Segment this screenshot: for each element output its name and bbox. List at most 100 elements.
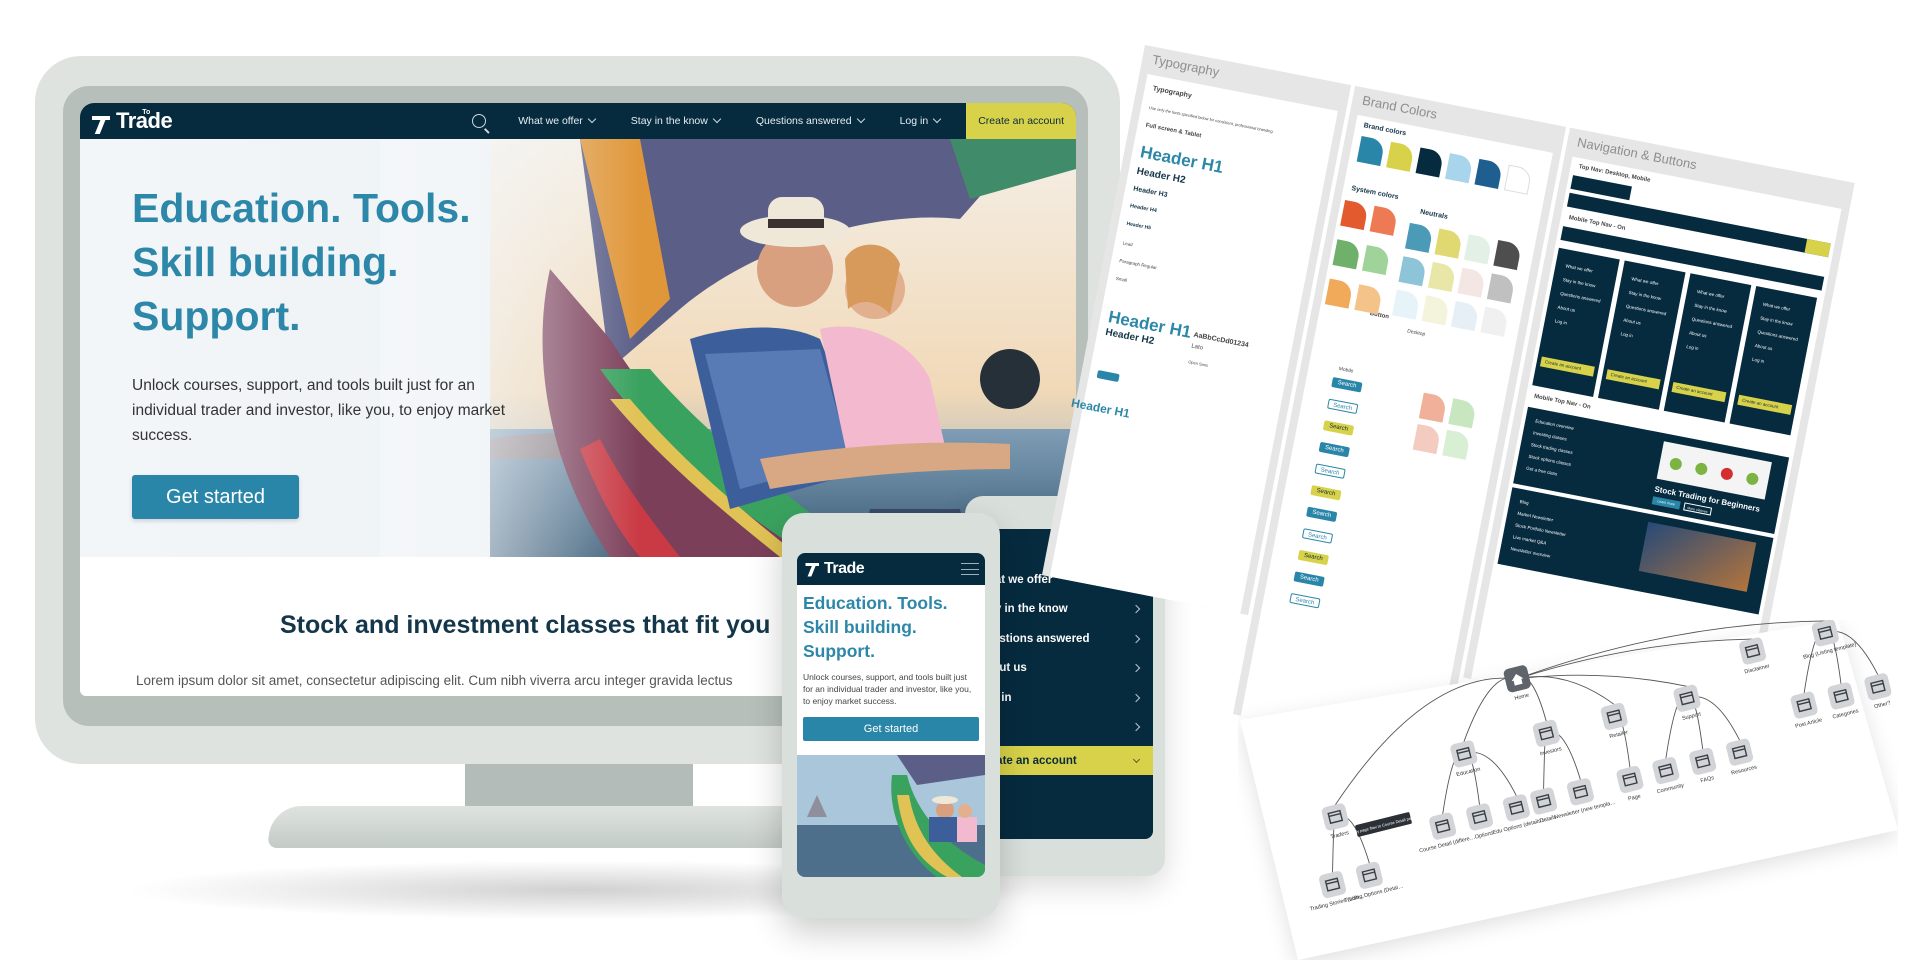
search-icon[interactable] [472,114,487,128]
mini-create-account: Create an account [1737,394,1793,415]
mobile-hero-image [797,755,985,877]
mini-menu-item: What we offer [1762,301,1791,312]
brand-color-swatch [1386,141,1415,172]
mega-menu-item: Blog [1519,498,1530,506]
hamburger-icon[interactable] [961,563,979,575]
typography-font-name: Lato [1190,343,1204,352]
typography-section-label: Full screen & Tablet [1145,122,1202,140]
chevron-down-icon [932,114,942,124]
mini-menu-item: What we offer [1630,276,1660,287]
hero-title-line: Skill building. [132,239,399,285]
tint-color-swatch [1442,429,1471,460]
get-started-button[interactable]: Get started [132,475,299,519]
neutral-color-swatch [1434,228,1463,259]
mega-menu-item: Live market Q&A [1512,534,1547,546]
mini-menu-item: What we offer [1565,263,1594,274]
desktop-top-nav: Trade To What we offer Stay in the know … [80,103,1076,139]
mini-menu-item: What we offer [1696,288,1725,300]
nav-label: Stay in the know [630,115,708,127]
logo-mark-icon [92,116,112,132]
nav-label: Questions answered [755,115,852,127]
mobile-title-line: Education. Tools. [803,593,948,613]
system-color-swatch [1354,284,1383,315]
mini-menu-item: Log in [1554,318,1568,326]
nav-item-questions-answered[interactable]: Questions answered [755,114,865,127]
promo-more-classes-button: More classes [1683,502,1713,516]
nav-item-stay-in-the-know[interactable]: Stay in the know [630,114,722,127]
mega-menu-item: Stock options classes [1528,453,1572,467]
neutral-color-swatch [1486,273,1516,304]
create-account-button[interactable]: Create an account [966,103,1076,139]
phone-screen: Trade Education. Tools. Skill building. … [797,553,985,877]
mobile-nav-label: Mobile Top Nav - On [1533,393,1592,411]
mobile-get-started-button[interactable]: Get started [803,717,979,741]
mega-menu-item: Education overview [1534,418,1575,431]
neutral-color-swatch [1457,267,1486,298]
hero-section: Education. Tools. Skill building. Suppor… [80,139,1076,557]
typography-sample-h1-mobile: Header H1 [1070,395,1132,421]
mini-menu-item: Log in [1685,343,1699,352]
sitemap-node-label: Other? [1874,700,1892,710]
desktop-label: Desktop [1406,328,1426,338]
neutral-color-swatch [1427,261,1457,293]
mega-menu-item: Investing classes [1532,430,1568,442]
search-button-sample: Search [1301,528,1334,544]
tint-color-swatch [1448,398,1477,429]
mini-create-account: Create an account [1671,382,1727,403]
system-color-swatch [1340,200,1369,231]
neutral-color-swatch [1493,239,1522,271]
brand-color-swatch [1356,136,1386,167]
brand-color-swatch [1474,158,1503,190]
mini-menu-item: Stay in the know [1628,289,1662,302]
typography-sample-h3: Header H3 [1132,185,1168,199]
mini-menu-item: About us [1622,317,1642,326]
search-button-sample: Search [1306,506,1338,523]
mobile-top-nav: Trade [797,553,985,585]
neutral-color-swatch [1392,289,1421,320]
mobile-hero-subtitle: Unlock courses, support, and tools built… [803,672,972,706]
mini-menu-item: Log in [1620,331,1634,339]
search-button-sample: Search [1331,376,1363,393]
mini-menu-item: Questions answered [1757,329,1799,342]
mini-menu-item: About us [1688,330,1708,339]
neutral-color-swatch [1463,234,1493,265]
nav-item-what-we-offer[interactable]: What we offer [518,114,597,127]
brand-logo[interactable]: Trade To [92,109,173,132]
typography-font-name: Open Sans [1187,359,1209,368]
mobile-label: Mobile [1338,365,1354,375]
search-button-sample: Search [1293,571,1325,587]
nav-item-log-in[interactable]: Log in [900,114,942,127]
system-color-swatch [1369,205,1399,236]
typography-sample-button [1096,370,1120,383]
logo-mark-icon [805,563,821,575]
typography-sample-h4: Header H4 [1129,203,1158,215]
mobile-title-line: Skill building. [803,617,917,637]
promo-image [1638,521,1757,592]
monitor-stand-neck [465,762,693,808]
search-button-sample: Search [1318,441,1350,458]
neutral-color-swatch [1421,295,1450,326]
neutral-color-swatch [1480,306,1509,337]
mini-create-account: Create an account [1539,356,1595,377]
mega-menu-item: Market Newsletter [1517,510,1554,523]
system-color-swatch [1361,245,1391,276]
section-body: Lorem ipsum dolor sit amet, consectetur … [136,673,733,688]
brand-color-swatch [1415,147,1445,178]
system-color-swatch [1324,278,1354,309]
nav-links: What we offer Stay in the know Questions… [472,103,1076,139]
promo-learn-more-button: Learn more [1651,496,1681,510]
sheet-title: Typography [1151,51,1221,80]
neutral-color-swatch [1450,301,1480,332]
mega-menu-item: Stock trading classes [1530,442,1574,456]
brand-logo[interactable]: Trade [803,561,865,577]
search-button-sample: Search [1310,484,1342,501]
mini-menu-item: About us [1557,304,1576,313]
mini-menu-item: Questions answered [1691,316,1733,330]
mini-menu-item: About us [1754,342,1773,352]
portfolio-mockup-stage: Trade To What we offer Stay in the know … [0,0,1920,960]
chevron-down-icon [712,114,722,124]
typography-sample-small: Small [1115,275,1128,283]
chevron-down-icon [587,114,597,124]
tint-color-swatch [1412,423,1442,455]
hero-title-line: Education. Tools. [132,185,471,231]
